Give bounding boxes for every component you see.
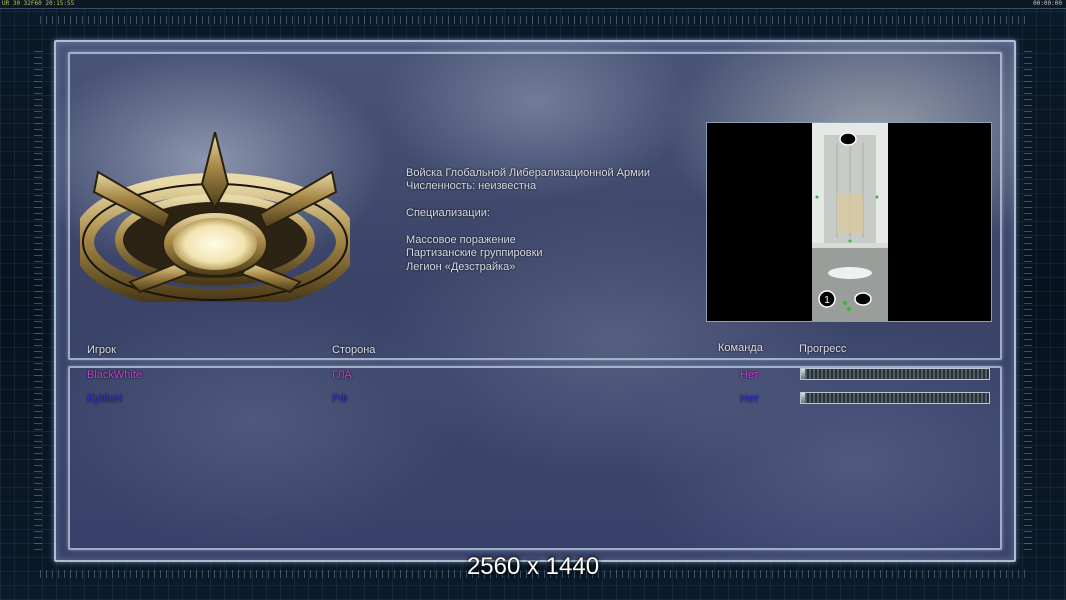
column-header-player: Игрок <box>87 344 116 356</box>
hud-stats: UR 30 32F60 20:15:55 <box>2 0 75 7</box>
faction-name: Войска Глобальной Либерализационной Арми… <box>406 167 650 179</box>
specialization-item: Легион «Дезстрайка» <box>406 260 516 273</box>
minimap-start-label: 1 <box>824 295 830 306</box>
loading-panel: Войска Глобальной Либерализационной Арми… <box>54 40 1016 562</box>
resolution-watermark: 2560 x 1440 <box>466 553 600 580</box>
row-player-team: Нет <box>740 369 759 381</box>
row-progress-bar <box>800 368 990 380</box>
column-header-progress: Прогресс <box>799 343 847 355</box>
specialization-item: Партизанские группировки <box>406 247 543 260</box>
progress-track <box>801 369 989 379</box>
row-player-name: KyIIloH <box>87 393 123 405</box>
faction-emblem-icon <box>80 132 350 302</box>
hud-clock: 00:00:00 <box>1033 0 1062 7</box>
column-header-team: Команда <box>718 342 763 354</box>
progress-fill <box>801 369 805 379</box>
frame-ruler-right <box>1024 50 1032 550</box>
frame-ruler-top <box>40 16 1026 24</box>
row-player-name: BlackWhite <box>87 369 143 381</box>
specializations-label: Специализации: <box>406 207 490 220</box>
hud-topbar: UR 30 32F60 20:15:55 00:00:00 <box>0 0 1066 9</box>
row-player-side: ГЛА <box>332 369 352 381</box>
row-player-side: РФ <box>332 393 348 405</box>
faction-strength: Численность: неизвестна <box>406 180 537 193</box>
specialization-item: Массовое поражение <box>406 234 516 246</box>
column-header-side: Сторона <box>332 344 376 356</box>
faction-description: Войска Глобальной Либерализационной Арми… <box>406 167 706 274</box>
progress-fill <box>801 393 805 403</box>
minimap: 1 <box>706 122 992 322</box>
row-player-team: Нет <box>740 393 759 405</box>
progress-track <box>801 393 989 403</box>
row-progress-bar <box>800 392 990 404</box>
frame-ruler-left <box>34 50 42 550</box>
